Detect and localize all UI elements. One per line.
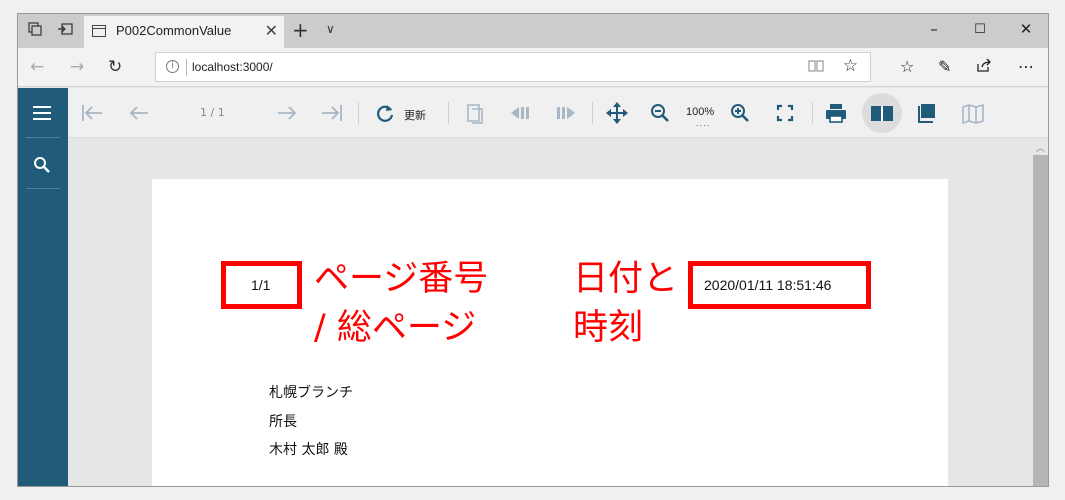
page-indicator[interactable]: 1 / 1: [200, 106, 225, 119]
refresh-label[interactable]: 更新: [404, 107, 426, 123]
forward-arrow-icon[interactable]: →: [70, 57, 84, 77]
page-number-text: 1/1: [251, 277, 271, 293]
toolbar-divider: [358, 102, 359, 124]
address-name: 木村 太郎 殿: [269, 442, 348, 458]
galley-view-icon[interactable]: [962, 102, 984, 124]
tab-title: P002CommonValue: [116, 23, 232, 38]
zoom-level[interactable]: 100%: [686, 106, 714, 118]
report-page: 1/1 ページ番号 / 総ページ 日付と 時刻 2020/01/11 18:51…: [152, 179, 948, 486]
url-field[interactable]: i localhost:3000/ ☆: [155, 52, 871, 82]
page-number-annotation-line2: / 総ページ: [314, 308, 477, 348]
search-icon[interactable]: [33, 156, 51, 174]
scroll-up-icon[interactable]: ︿: [1036, 141, 1045, 154]
print-icon[interactable]: [824, 102, 848, 124]
tab-active[interactable]: P002CommonValue ✕: [84, 16, 284, 48]
zoom-in-icon[interactable]: [730, 102, 750, 124]
single-page-view-icon[interactable]: [870, 102, 894, 124]
datetime-text: 2020/01/11 18:51:46: [704, 277, 832, 293]
date-annotation-line2: 時刻: [573, 308, 644, 348]
continuous-view-icon[interactable]: [916, 102, 938, 124]
history-forward-icon[interactable]: [554, 102, 578, 124]
tab-preview-chevron-icon[interactable]: ∨: [326, 22, 335, 36]
last-page-icon[interactable]: [320, 102, 346, 124]
minimize-button[interactable]: –: [924, 20, 944, 38]
notes-pen-icon[interactable]: ✎: [938, 57, 951, 76]
address-bar-row: ← → ↻ i localhost:3000/ ☆ ☆ ✎ ⋯: [18, 48, 1048, 87]
previous-page-icon[interactable]: [128, 102, 150, 124]
report-view-area: 1/1 ページ番号 / 総ページ 日付と 時刻 2020/01/11 18:51…: [68, 139, 1032, 486]
share-icon[interactable]: [976, 57, 992, 77]
address-branch: 札幌ブランチ: [269, 385, 353, 401]
refresh-icon[interactable]: [374, 102, 396, 124]
toolbar-divider: [812, 102, 813, 124]
goto-page-icon[interactable]: [464, 102, 486, 124]
first-page-icon[interactable]: [80, 102, 106, 124]
reading-view-icon[interactable]: [808, 59, 824, 77]
zoom-out-icon[interactable]: [650, 102, 670, 124]
tab-close-icon[interactable]: ✕: [265, 21, 278, 40]
maximize-button[interactable]: ☐: [970, 22, 990, 37]
toolbar-divider: [592, 102, 593, 124]
favorite-star-icon[interactable]: ☆: [843, 56, 858, 76]
viewer-toolbar: 1 / 1 更新 100% ....: [68, 88, 1048, 138]
scrollbar-thumb[interactable]: [1033, 155, 1048, 486]
url-divider: [186, 59, 187, 76]
url-text[interactable]: localhost:3000/: [192, 60, 273, 74]
sidebar-divider: [26, 137, 60, 138]
fullscreen-icon[interactable]: [776, 102, 794, 124]
refresh-icon[interactable]: ↻: [108, 57, 122, 77]
tab-bar: P002CommonValue ✕ + ∨ – ☐ ✕: [18, 14, 1048, 48]
tab-manager-icon[interactable]: [26, 22, 44, 40]
viewer-sidebar: [18, 88, 68, 486]
sidebar-divider: [26, 188, 60, 189]
close-window-button[interactable]: ✕: [1016, 20, 1036, 38]
more-options-icon[interactable]: ⋯: [1018, 57, 1034, 76]
favorites-icon[interactable]: ☆: [900, 57, 914, 76]
next-page-icon[interactable]: [276, 102, 298, 124]
page-icon: [92, 25, 106, 37]
vertical-scrollbar[interactable]: ︿: [1032, 139, 1048, 486]
date-annotation-line1: 日付と: [573, 259, 679, 299]
history-back-icon[interactable]: [508, 102, 532, 124]
toolbar-divider: [448, 102, 449, 124]
back-arrow-icon[interactable]: ←: [30, 57, 44, 77]
info-icon[interactable]: i: [166, 60, 179, 73]
zoom-dropdown-dots[interactable]: ....: [696, 119, 710, 128]
set-aside-tabs-icon[interactable]: [56, 22, 74, 40]
browser-window: P002CommonValue ✕ + ∨ – ☐ ✕ ← → ↻ i loca…: [17, 13, 1049, 487]
pan-move-icon[interactable]: [606, 102, 628, 124]
new-tab-button[interactable]: +: [292, 18, 309, 42]
hamburger-menu-icon[interactable]: [33, 106, 51, 120]
address-title: 所長: [269, 414, 297, 430]
page-number-annotation-line1: ページ番号: [314, 259, 489, 299]
